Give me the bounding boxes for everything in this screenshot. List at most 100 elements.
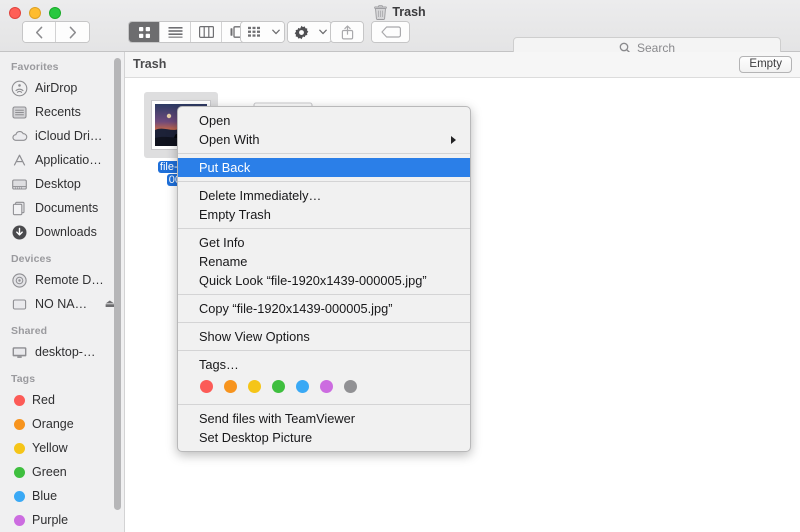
airdrop-icon <box>11 80 28 97</box>
tag-swatch-orange[interactable] <box>224 380 237 393</box>
tag-swatch-blue[interactable] <box>296 380 309 393</box>
gear-icon <box>294 25 309 40</box>
forward-button[interactable] <box>56 22 89 42</box>
arrange-icon <box>247 26 262 38</box>
tag-swatch-green[interactable] <box>272 380 285 393</box>
menu-open-with-label: Open With <box>199 132 259 147</box>
menu-open[interactable]: Open <box>178 111 470 130</box>
menu-empty-trash[interactable]: Empty Trash <box>178 205 470 224</box>
menu-get-info[interactable]: Get Info <box>178 233 470 252</box>
menu-send-teamviewer[interactable]: Send files with TeamViewer <box>178 409 470 428</box>
sidebar-item-remote-disc[interactable]: Remote D… <box>0 268 124 292</box>
sidebar-item-label: Downloads <box>35 225 97 239</box>
sidebar-item-label: Desktop <box>35 177 81 191</box>
menu-open-with[interactable]: Open With <box>178 130 470 149</box>
drive-icon <box>11 296 28 313</box>
sidebar-item-label: Documents <box>35 201 98 215</box>
applications-icon <box>11 152 28 169</box>
chevron-right-icon <box>68 26 77 39</box>
chevron-left-icon <box>35 26 44 39</box>
sidebar-section-devices: Devices <box>0 244 124 268</box>
navigation-buttons <box>22 21 90 43</box>
tag-dot-icon <box>14 419 25 430</box>
share-button[interactable] <box>330 21 364 43</box>
menu-rename[interactable]: Rename <box>178 252 470 271</box>
tag-swatch-gray[interactable] <box>344 380 357 393</box>
sidebar-item-label: NO NA… <box>35 297 87 311</box>
back-button[interactable] <box>23 22 56 42</box>
desktop-icon <box>11 176 28 193</box>
tag-swatch-purple[interactable] <box>320 380 333 393</box>
icon-view-button[interactable] <box>129 22 160 42</box>
tag-dot-icon <box>14 515 25 526</box>
action-button[interactable] <box>287 21 332 43</box>
menu-separator <box>178 294 470 295</box>
sidebar-item-icloud-drive[interactable]: iCloud Dri… <box>0 124 124 148</box>
sidebar-scrollbar[interactable] <box>114 58 121 510</box>
recents-icon <box>11 104 28 121</box>
tag-icon <box>381 26 401 38</box>
sidebar-tag-green[interactable]: Green <box>0 460 124 484</box>
finder-window: Trash <box>0 0 800 532</box>
menu-show-view-options[interactable]: Show View Options <box>178 327 470 346</box>
sidebar-item-label: AirDrop <box>35 81 77 95</box>
tag-cell[interactable] <box>372 22 409 42</box>
menu-put-back[interactable]: Put Back <box>178 158 470 177</box>
computer-icon <box>11 344 28 361</box>
tag-swatch-red[interactable] <box>200 380 213 393</box>
list-icon <box>168 26 183 38</box>
sidebar-item-label: Purple <box>32 513 68 527</box>
sidebar-item-label: Remote D… <box>35 273 104 287</box>
grid-icon <box>138 26 151 39</box>
column-view-button[interactable] <box>191 22 222 42</box>
menu-separator <box>178 153 470 154</box>
icloud-icon <box>11 128 28 145</box>
chevron-down-icon <box>272 29 280 35</box>
arrange-icon-cell[interactable] <box>241 22 268 42</box>
sidebar-item-label: Yellow <box>32 441 68 455</box>
menu-separator <box>178 350 470 351</box>
sidebar-item-desktop[interactable]: Desktop <box>0 172 124 196</box>
sidebar-item-airdrop[interactable]: AirDrop <box>0 76 124 100</box>
sidebar-item-no-name-drive[interactable]: NO NA… ⏏ <box>0 292 124 316</box>
menu-separator <box>178 181 470 182</box>
sidebar-item-recents[interactable]: Recents <box>0 100 124 124</box>
gear-cell[interactable] <box>288 22 315 42</box>
sidebar-item-label: Applicatio… <box>35 153 102 167</box>
menu-tags[interactable]: Tags… <box>178 355 470 374</box>
menu-copy[interactable]: Copy “file-1920x1439-000005.jpg” <box>178 299 470 318</box>
sidebar-item-label: Blue <box>32 489 57 503</box>
sidebar-tag-orange[interactable]: Orange <box>0 412 124 436</box>
sidebar-tag-purple[interactable]: Purple <box>0 508 124 532</box>
share-icon <box>341 25 354 40</box>
downloads-icon <box>11 224 28 241</box>
tag-button[interactable] <box>371 21 410 43</box>
share-cell[interactable] <box>331 22 363 42</box>
tag-dot-icon <box>14 467 25 478</box>
arrange-caret[interactable] <box>268 22 284 42</box>
tag-dot-icon <box>14 395 25 406</box>
list-view-button[interactable] <box>160 22 191 42</box>
empty-trash-button[interactable]: Empty <box>739 56 792 73</box>
sidebar-item-downloads[interactable]: Downloads <box>0 220 124 244</box>
context-menu[interactable]: Open Open With Put Back Delete Immediate… <box>177 106 471 452</box>
sidebar-tag-blue[interactable]: Blue <box>0 484 124 508</box>
title-bar: Trash <box>0 0 800 52</box>
menu-quick-look[interactable]: Quick Look “file-1920x1439-000005.jpg” <box>178 271 470 290</box>
sidebar-item-applications[interactable]: Applicatio… <box>0 148 124 172</box>
menu-delete-immediately[interactable]: Delete Immediately… <box>178 186 470 205</box>
tag-swatch-yellow[interactable] <box>248 380 261 393</box>
sidebar-section-tags: Tags <box>0 364 124 388</box>
sidebar-tag-red[interactable]: Red <box>0 388 124 412</box>
arrange-button[interactable] <box>240 21 285 43</box>
path-bar-title: Trash <box>133 57 166 71</box>
sidebar-item-desktop-shared[interactable]: desktop-… <box>0 340 124 364</box>
sidebar-item-label: Green <box>32 465 67 479</box>
action-caret[interactable] <box>315 22 331 42</box>
sidebar-item-label: Recents <box>35 105 81 119</box>
documents-icon <box>11 200 28 217</box>
sidebar-tag-yellow[interactable]: Yellow <box>0 436 124 460</box>
sidebar-item-documents[interactable]: Documents <box>0 196 124 220</box>
tag-dot-icon <box>14 491 25 502</box>
menu-set-desktop-picture[interactable]: Set Desktop Picture <box>178 428 470 447</box>
